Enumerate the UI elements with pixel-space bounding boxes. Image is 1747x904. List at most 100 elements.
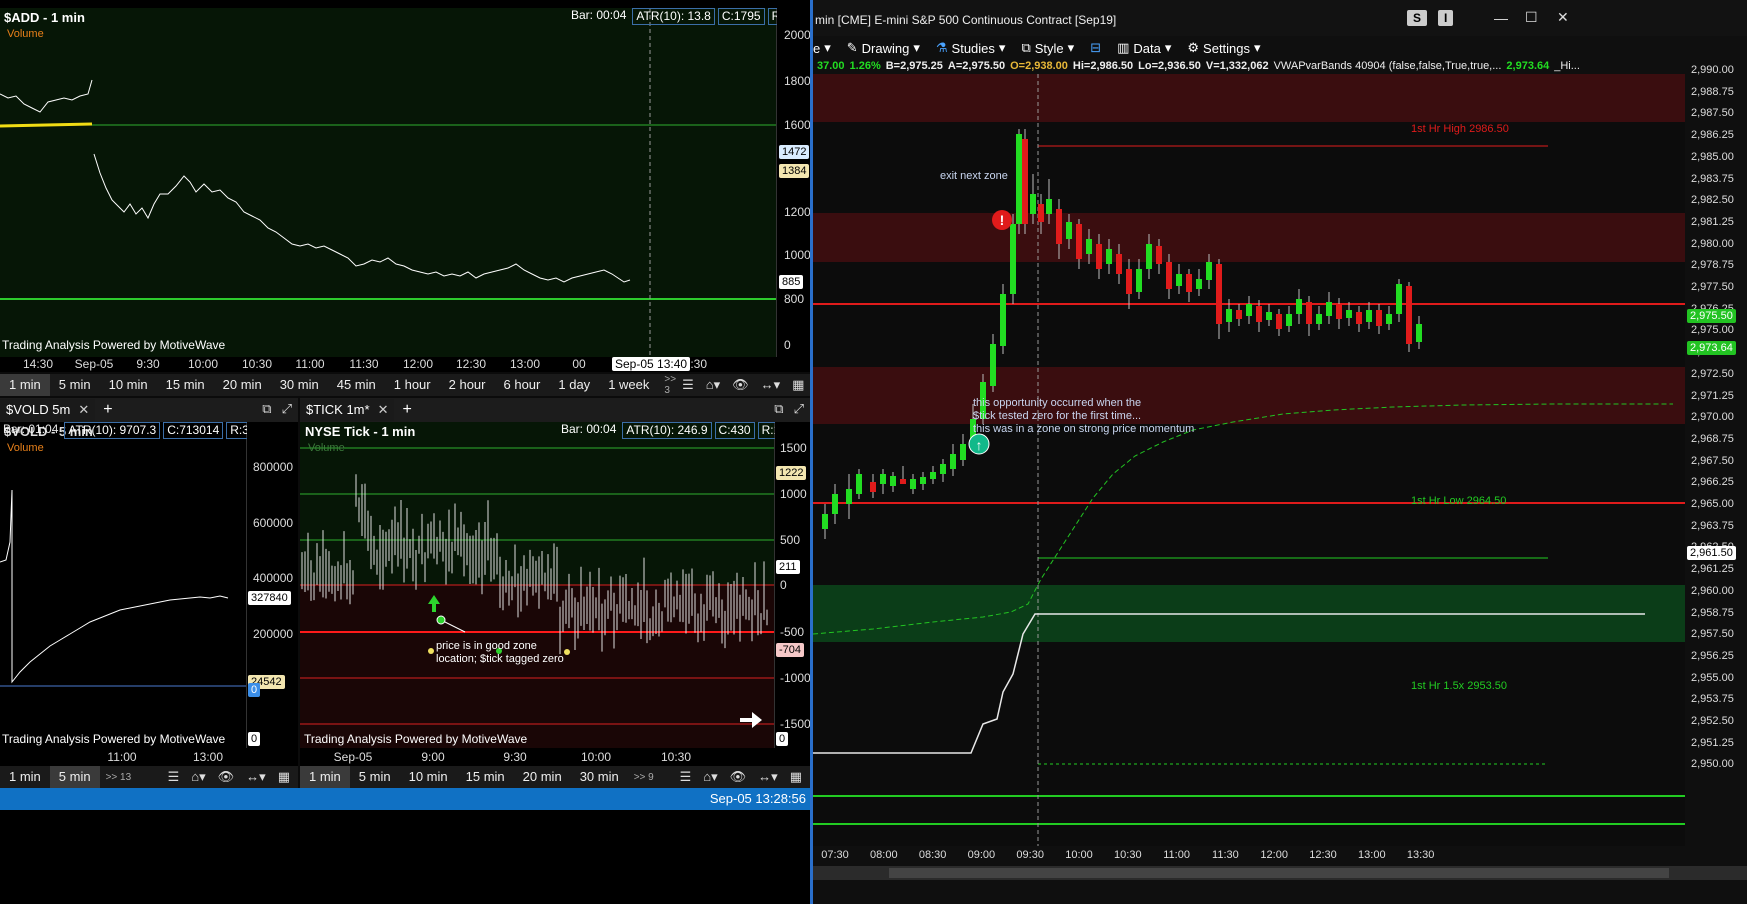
time-tick: 9:00 — [421, 750, 445, 764]
add-plot-area[interactable] — [0, 8, 777, 357]
expand-icon[interactable]: ⤢ — [282, 401, 292, 417]
eye-icon[interactable]: 👁 — [730, 769, 747, 785]
close-icon[interactable]: ✕ — [378, 402, 389, 417]
tab-vold[interactable]: $VOLD 5m ✕ — [0, 399, 96, 421]
tick-time-axis[interactable]: Sep-05 9:00 9:30 10:00 10:30 — [300, 748, 810, 766]
vold-plot-area[interactable] — [0, 422, 247, 748]
minimize-icon[interactable]: — — [1494, 10, 1508, 26]
time-tick: 11:00 — [1163, 849, 1190, 861]
tf-10min[interactable]: 10 min — [100, 374, 157, 396]
add-line-svg — [0, 8, 776, 357]
es-time-axis[interactable]: 07:30 08:00 08:30 09:00 09:30 10:00 10:30 11:00… — [813, 846, 1747, 866]
vold-y-axis[interactable]: 800000 600000 400000 200000 327840 24542… — [247, 422, 298, 748]
calendar-icon[interactable]: ▦ — [792, 377, 804, 393]
i-button[interactable]: I — [1438, 10, 1454, 26]
time-tick: 08:30 — [918, 849, 947, 861]
time-tick: Sep-05 — [333, 750, 373, 764]
vold-time-axis[interactable]: 11:00 13:00 — [0, 748, 298, 766]
list-icon[interactable]: ☰ — [680, 769, 692, 785]
list-icon[interactable]: ☰ — [682, 377, 694, 393]
tf-15min[interactable]: 15 min — [457, 766, 514, 788]
y-tick: 1800 — [784, 74, 810, 88]
expand-icon[interactable]: ⤢ — [794, 401, 804, 417]
popout-icon[interactable]: ⧉ — [774, 401, 783, 417]
list-icon[interactable]: ☰ — [168, 769, 180, 785]
y-tick: 2,955.00 — [1691, 671, 1734, 684]
more-timeframes-button[interactable]: >> 9 — [628, 772, 660, 783]
s-button[interactable]: S — [1407, 10, 1428, 26]
more-timeframes-button[interactable]: >> 3 — [658, 374, 682, 396]
tf-30min[interactable]: 30 min — [571, 766, 628, 788]
tab-tick[interactable]: $TICK 1m* ✕ — [300, 399, 395, 421]
tf-5min[interactable]: 5 min — [49, 766, 100, 788]
tf-20min[interactable]: 20 min — [514, 766, 571, 788]
close-icon[interactable]: ✕ — [78, 402, 89, 417]
tf-1min[interactable]: 1 min — [300, 766, 350, 788]
vold-stat-atr: ATR(10): 9707.3 — [64, 422, 161, 439]
tf-1week[interactable]: 1 week — [599, 374, 658, 396]
drawing-tools-icon[interactable]: ⌂▾ — [703, 769, 717, 785]
tick-annotation-1: price is in good zone — [436, 640, 537, 652]
range-icon[interactable]: ↔▾ — [758, 769, 778, 785]
es-candle — [822, 514, 828, 529]
range-icon[interactable]: ↔▾ — [761, 377, 781, 393]
tf-2hour[interactable]: 2 hour — [440, 374, 495, 396]
tf-5min[interactable]: 5 min — [50, 374, 100, 396]
tf-20min[interactable]: 20 min — [214, 374, 271, 396]
y-tick: 2,957.50 — [1691, 628, 1734, 641]
es-candle — [1356, 312, 1362, 324]
calendar-icon[interactable]: ▦ — [278, 769, 290, 785]
tf-1hour[interactable]: 1 hour — [385, 374, 440, 396]
drawing-tools-icon[interactable]: ⌂▾ — [191, 769, 205, 785]
tf-1min[interactable]: 1 min — [0, 766, 50, 788]
popout-icon[interactable]: ⧉ — [262, 401, 271, 417]
menu-data[interactable]: ▥ Data ▾ — [1117, 40, 1171, 56]
more-timeframes-button[interactable]: >> 13 — [100, 772, 138, 783]
layout-icon[interactable]: ⊟ — [1090, 40, 1101, 56]
tf-15min[interactable]: 15 min — [157, 374, 214, 396]
es-candle — [960, 444, 966, 460]
tick-plot-area[interactable] — [300, 422, 775, 748]
es-note-exit: exit next zone — [940, 170, 1008, 182]
close-icon[interactable]: ✕ — [1557, 9, 1569, 26]
tf-10min[interactable]: 10 min — [400, 766, 457, 788]
es-scrollbar[interactable] — [813, 866, 1747, 880]
tf-1min[interactable]: 1 min — [0, 374, 50, 396]
tf-1day[interactable]: 1 day — [549, 374, 599, 396]
drawing-tools-icon[interactable]: ⌂▾ — [706, 377, 720, 393]
tf-30min[interactable]: 30 min — [271, 374, 328, 396]
vold-watermark: Trading Analysis Powered by MotiveWave — [2, 732, 226, 746]
menu-studies[interactable]: ⚗ Studies ▾ — [936, 40, 1006, 56]
menu-settings[interactable]: ⚙ Settings ▾ — [1187, 40, 1260, 56]
es-candle — [1056, 209, 1062, 244]
stat-bid: B=2,975.25 — [885, 60, 943, 72]
add-time-axis[interactable]: 14:30 Sep-05 9:30 10:00 10:30 11:00 11:3… — [0, 357, 810, 372]
es-candle — [1106, 249, 1112, 264]
es-svg: ! ↑ — [813, 74, 1685, 846]
time-tick: 11:30 — [1212, 849, 1239, 861]
es-candle — [1296, 299, 1302, 314]
tf-6hour[interactable]: 6 hour — [495, 374, 550, 396]
calendar-icon[interactable]: ▦ — [790, 769, 802, 785]
es-y-axis[interactable]: 2,990.00 2,988.75 2,987.50 2,986.25 2,985.00… — [1685, 60, 1747, 846]
es-scrollbar-thumb[interactable] — [889, 868, 1669, 878]
menu-drawing[interactable]: ✎ Drawing ▾ — [847, 40, 920, 56]
menu-style[interactable]: ⧉ Style ▾ — [1021, 40, 1074, 56]
time-tick: 10:00 — [580, 750, 612, 764]
eye-icon[interactable]: 👁 — [732, 377, 749, 393]
chart-tools: ☰ ⌂▾ 👁 ↔▾ ▦ — [680, 769, 810, 785]
tf-45min[interactable]: 45 min — [328, 374, 385, 396]
add-y-axis[interactable]: 2000 1800 1600 1200 1000 800 0 1472 1384… — [777, 8, 810, 357]
es-note-opp-1: this opportunity occurred when the — [973, 397, 1142, 409]
eye-icon[interactable]: 👁 — [218, 769, 235, 785]
es-plot-area[interactable]: ! ↑ exit next zone this opportunity occu… — [813, 74, 1685, 846]
range-icon[interactable]: ↔▾ — [246, 769, 266, 785]
add-tab-icon[interactable]: + — [103, 401, 112, 419]
add-tab-icon[interactable]: + — [402, 401, 411, 419]
tick-tag-b: 211 — [776, 560, 800, 574]
menu-first[interactable]: e ▾ — [813, 40, 831, 56]
tf-5min[interactable]: 5 min — [350, 766, 400, 788]
maximize-icon[interactable]: ☐ — [1525, 9, 1538, 26]
time-tick: 10:30 — [660, 750, 692, 764]
tick-y-axis[interactable]: 1500 1000 500 0 -500 -1000 -1500 1222 21… — [775, 422, 810, 748]
